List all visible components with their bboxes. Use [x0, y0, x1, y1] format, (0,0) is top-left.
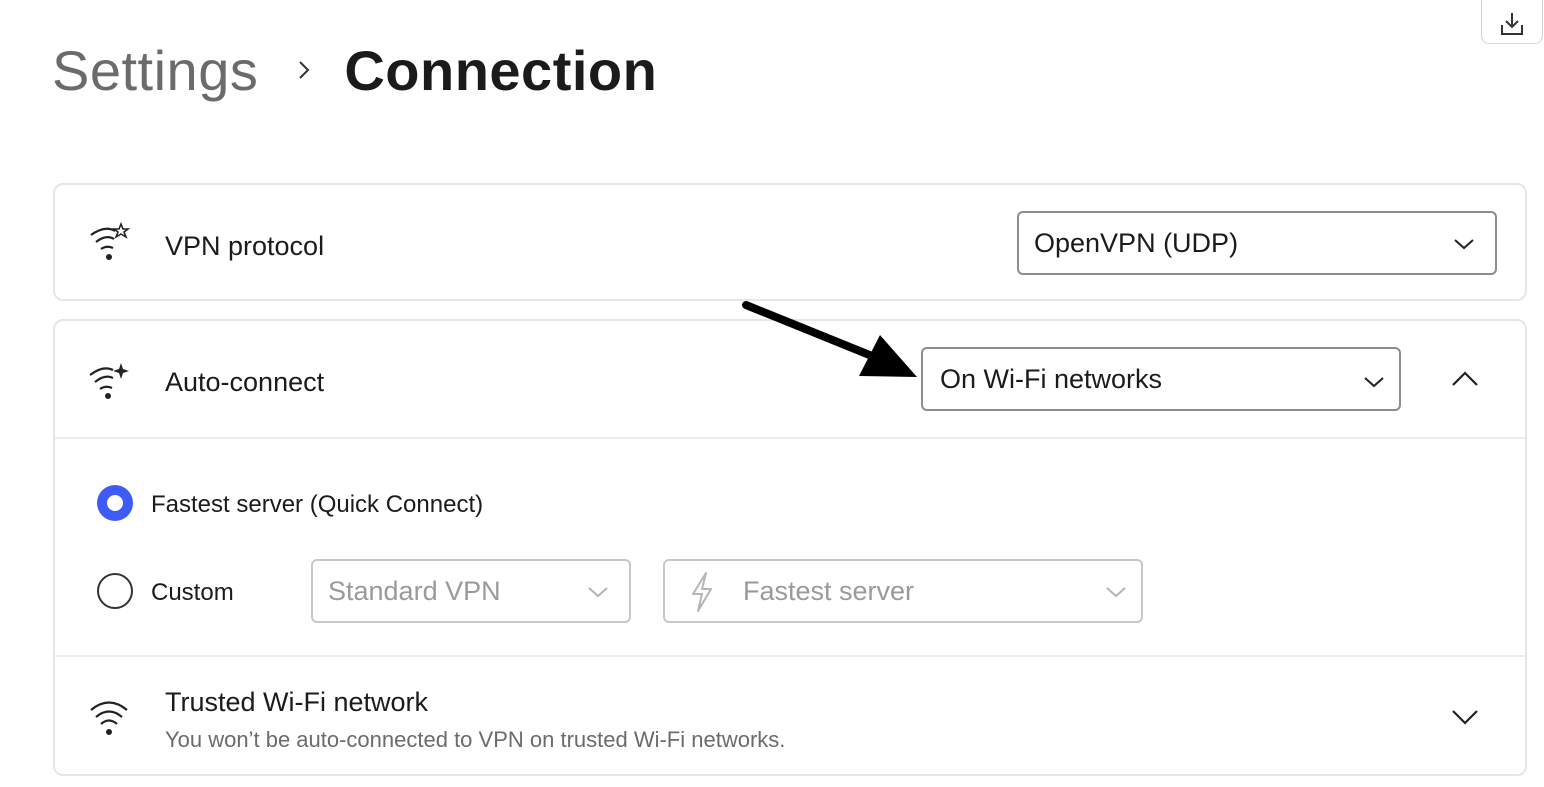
fastest-server-label[interactable]: Fastest server (Quick Connect) [151, 491, 483, 519]
export-button[interactable] [1481, 0, 1543, 44]
divider [55, 437, 1525, 439]
vpn-protocol-card: VPN protocol OpenVPN (UDP) [53, 183, 1527, 301]
vpn-protocol-dropdown[interactable]: OpenVPN (UDP) [1017, 211, 1497, 275]
breadcrumb-settings[interactable]: Settings [52, 38, 258, 103]
auto-connect-value: On Wi-Fi networks [940, 363, 1163, 394]
chevron-right-icon [299, 61, 310, 79]
custom-label[interactable]: Custom [151, 579, 234, 607]
chevron-down-icon [1364, 377, 1384, 388]
chevron-down-icon [588, 587, 608, 598]
breadcrumb: Settings Connection [52, 34, 657, 106]
vpn-protocol-label: VPN protocol [165, 231, 325, 261]
custom-server-type-value: Standard VPN [328, 575, 501, 606]
vpn-protocol-value: OpenVPN (UDP) [1034, 227, 1239, 258]
divider [55, 655, 1525, 657]
page-title: Connection [344, 38, 658, 102]
auto-connect-dropdown[interactable]: On Wi-Fi networks [921, 347, 1401, 411]
expand-trusted-wifi-button[interactable] [1445, 697, 1485, 737]
trusted-wifi-description: You won’t be auto-connected to VPN on tr… [165, 727, 786, 752]
chevron-down-icon [1452, 710, 1478, 725]
chevron-down-icon [1454, 239, 1474, 250]
chevron-up-icon [1452, 371, 1478, 386]
custom-server-type-dropdown[interactable]: Standard VPN [311, 559, 631, 623]
fastest-server-radio[interactable] [97, 485, 133, 521]
wifi-icon [90, 701, 128, 735]
export-icon [1501, 13, 1523, 35]
trusted-wifi-label: Trusted Wi-Fi network [165, 687, 429, 717]
auto-connect-card: Auto-connect On Wi-Fi networks Fastest s… [53, 319, 1527, 776]
wifi-star-icon [90, 221, 131, 260]
custom-server-value: Fastest server [743, 575, 915, 606]
custom-server-dropdown[interactable]: Fastest server [663, 559, 1143, 623]
wifi-sparkle-icon [89, 363, 129, 399]
custom-radio[interactable] [97, 573, 133, 609]
auto-connect-label: Auto-connect [165, 367, 325, 397]
collapse-auto-connect-button[interactable] [1445, 359, 1485, 399]
lightning-icon [692, 572, 712, 612]
chevron-down-icon [1106, 587, 1126, 598]
